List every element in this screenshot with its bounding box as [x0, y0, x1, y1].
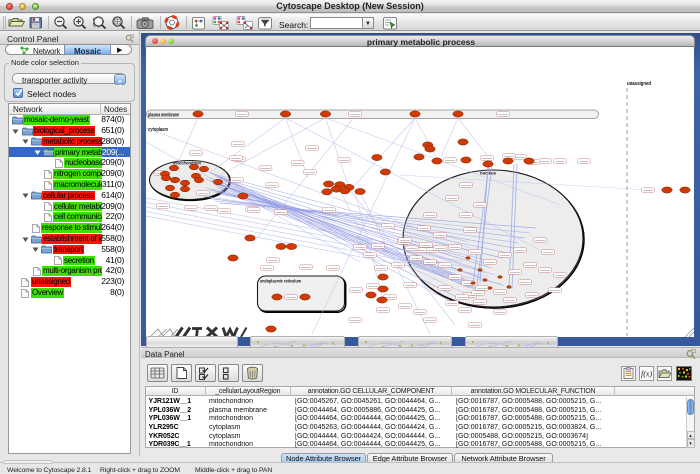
svg-text:plasma membrane: plasma membrane [148, 112, 179, 118]
svg-text:unassigned: unassigned [627, 81, 651, 87]
svg-text:endoplasmic reticulum: endoplasmic reticulum [260, 279, 301, 284]
svg-text:f(x): f(x) [641, 370, 652, 379]
